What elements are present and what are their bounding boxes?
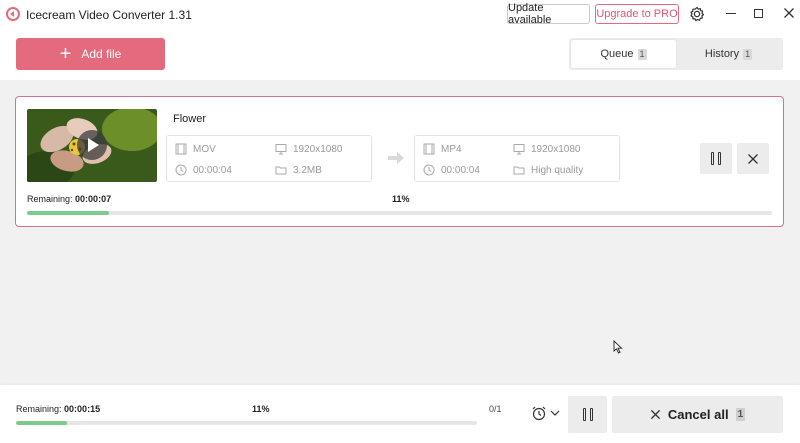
- pause-icon: [582, 408, 593, 421]
- add-file-button[interactable]: + Add file: [16, 38, 165, 70]
- alarm-clock-icon: [532, 406, 546, 421]
- minimize-icon[interactable]: [726, 13, 736, 14]
- source-format: MOV: [175, 143, 216, 155]
- queue-count-badge: 1: [637, 48, 647, 60]
- total-progress-fill: [16, 421, 67, 425]
- tab-history-label: History: [704, 48, 740, 60]
- cancel-all-button[interactable]: Cancel all 1: [612, 396, 783, 433]
- clock-icon: [423, 164, 435, 176]
- folder-icon: [275, 166, 287, 175]
- completed-count: 0/1: [489, 404, 502, 414]
- source-info-box: MOV 1920x1080 00:00:04 3.2MB: [166, 135, 372, 182]
- total-percent: 11%: [252, 404, 270, 414]
- tab-history[interactable]: History 1: [676, 40, 781, 68]
- play-icon[interactable]: [77, 130, 107, 160]
- pause-icon: [711, 152, 721, 165]
- pause-task-button[interactable]: [700, 143, 732, 174]
- arrow-right-icon: [388, 152, 404, 164]
- add-file-label: Add file: [81, 47, 122, 61]
- title-bar: Icecream Video Converter 1.31 Update ava…: [0, 0, 800, 28]
- video-thumbnail[interactable]: [27, 109, 157, 182]
- clock-icon: [175, 164, 187, 176]
- close-icon[interactable]: [782, 6, 796, 20]
- chevron-down-icon: [550, 410, 560, 416]
- film-icon: [175, 143, 187, 155]
- plus-icon: +: [59, 43, 72, 65]
- tab-queue[interactable]: Queue 1: [571, 40, 676, 68]
- monitor-icon: [513, 144, 525, 155]
- mouse-cursor-icon: [613, 340, 623, 354]
- target-info-box[interactable]: MP4 1920x1080 00:00:04 High quality: [414, 135, 620, 182]
- target-resolution[interactable]: 1920x1080: [513, 143, 581, 155]
- app-logo-icon: [6, 7, 20, 21]
- remove-task-button[interactable]: [737, 143, 769, 174]
- close-icon: [748, 153, 758, 164]
- total-remaining: Remaining: 00:00:15: [16, 404, 101, 414]
- gear-icon[interactable]: [689, 6, 705, 22]
- upgrade-to-pro-button[interactable]: Upgrade to PRO: [595, 4, 679, 24]
- task-remaining: Remaining: 00:00:07: [27, 194, 112, 204]
- bottom-bar: Remaining: 00:00:15 11% 0/1 Cancel all 1: [0, 385, 800, 443]
- target-duration: 00:00:04: [423, 164, 480, 176]
- total-progress-bar: [16, 421, 477, 425]
- pause-all-button[interactable]: [568, 396, 607, 433]
- source-duration: 00:00:04: [175, 164, 232, 176]
- target-quality[interactable]: High quality: [513, 164, 583, 176]
- source-size: 3.2MB: [275, 164, 322, 176]
- app-title: Icecream Video Converter 1.31: [26, 8, 192, 22]
- film-icon: [423, 143, 435, 155]
- target-format[interactable]: MP4: [423, 143, 462, 155]
- folder-icon: [513, 166, 525, 175]
- toolbar: + Add file Queue 1 History 1: [0, 28, 800, 80]
- tab-queue-label: Queue: [600, 48, 634, 60]
- source-resolution: 1920x1080: [275, 143, 343, 155]
- conversion-task-card: Flower MOV 1920x1080 00:00:04 3.2MB MP4: [15, 96, 784, 227]
- cancel-all-label: Cancel all: [667, 407, 729, 422]
- task-percent: 11%: [392, 194, 410, 204]
- view-tabs: Queue 1 History 1: [569, 38, 783, 70]
- maximize-icon[interactable]: [754, 9, 763, 18]
- file-name: Flower: [173, 113, 207, 125]
- close-icon: [650, 409, 660, 420]
- update-available-button[interactable]: Update available: [507, 2, 590, 26]
- monitor-icon: [275, 144, 287, 155]
- history-count-badge: 1: [743, 48, 753, 60]
- task-progress-bar: [27, 211, 772, 215]
- timer-dropdown[interactable]: [531, 404, 561, 422]
- cancel-all-count: 1: [735, 408, 746, 421]
- task-progress-fill: [27, 211, 109, 215]
